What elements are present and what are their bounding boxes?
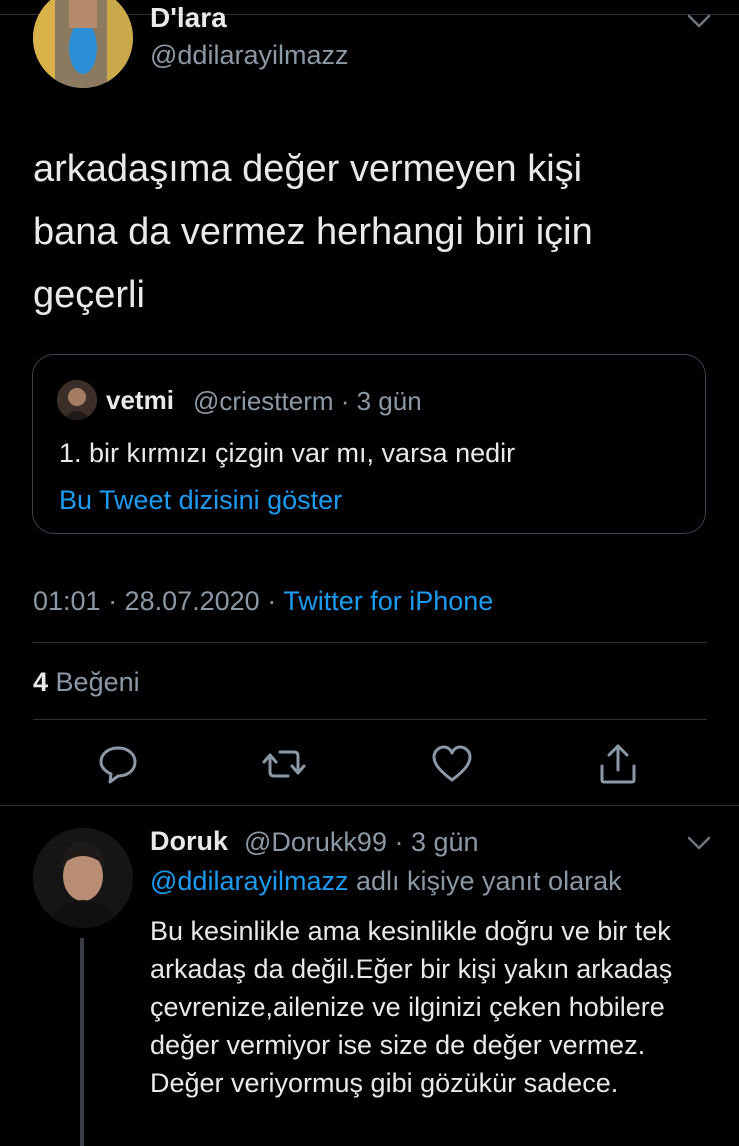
- quoted-meta: @criestterm · 3 gün: [193, 386, 422, 416]
- reply-icon[interactable]: [96, 742, 140, 786]
- quoted-author-avatar: [57, 380, 97, 420]
- quoted-author-name: vetmi: [106, 385, 174, 415]
- reply-text: Bu kesinlikle ama kesinlikle doğru ve bi…: [150, 916, 673, 1098]
- author-name[interactable]: D'lara: [150, 2, 227, 34]
- reply-author-name[interactable]: Doruk: [150, 826, 228, 857]
- show-thread-link[interactable]: Bu Tweet dizisini göster: [59, 485, 342, 516]
- tweet-time: 01:01 · 28.07.2020 ·: [33, 586, 284, 616]
- quoted-text: 1. bir kırmızı çizgin var mı, varsa nedi…: [59, 438, 516, 468]
- likes-label: Beğeni: [55, 667, 140, 697]
- chevron-down-icon[interactable]: [686, 830, 712, 856]
- like-icon[interactable]: [430, 742, 474, 786]
- replying-to: @ddilarayilmazz adlı kişiye yanıt olarak: [150, 866, 622, 897]
- tweet-text: arkadaşıma değer vermeyen kişi bana da v…: [33, 148, 593, 316]
- tweet-source-link[interactable]: Twitter for iPhone: [283, 586, 493, 616]
- author-handle[interactable]: @ddilarayilmazz: [150, 40, 348, 71]
- likes-stat[interactable]: 4 Beğeni: [33, 667, 140, 698]
- chevron-down-icon[interactable]: [686, 8, 712, 34]
- replying-to-mention[interactable]: @ddilarayilmazz: [150, 866, 348, 896]
- divider: [33, 642, 707, 643]
- author-avatar[interactable]: [33, 0, 133, 88]
- divider: [0, 805, 739, 806]
- tweet-timestamp-row: 01:01 · 28.07.2020 · Twitter for iPhone: [33, 586, 493, 617]
- retweet-icon[interactable]: [262, 742, 306, 786]
- reply-meta: @Dorukk99 · 3 gün: [244, 827, 479, 857]
- thread-line: [80, 938, 84, 1146]
- share-icon[interactable]: [596, 742, 640, 786]
- replying-to-suffix: adlı kişiye yanıt olarak: [348, 866, 622, 896]
- reply-author-avatar[interactable]: [33, 828, 133, 928]
- quoted-tweet[interactable]: vetmi @criestterm · 3 gün 1. bir kırmızı…: [32, 354, 706, 534]
- likes-count: 4: [33, 667, 49, 697]
- divider: [33, 719, 707, 720]
